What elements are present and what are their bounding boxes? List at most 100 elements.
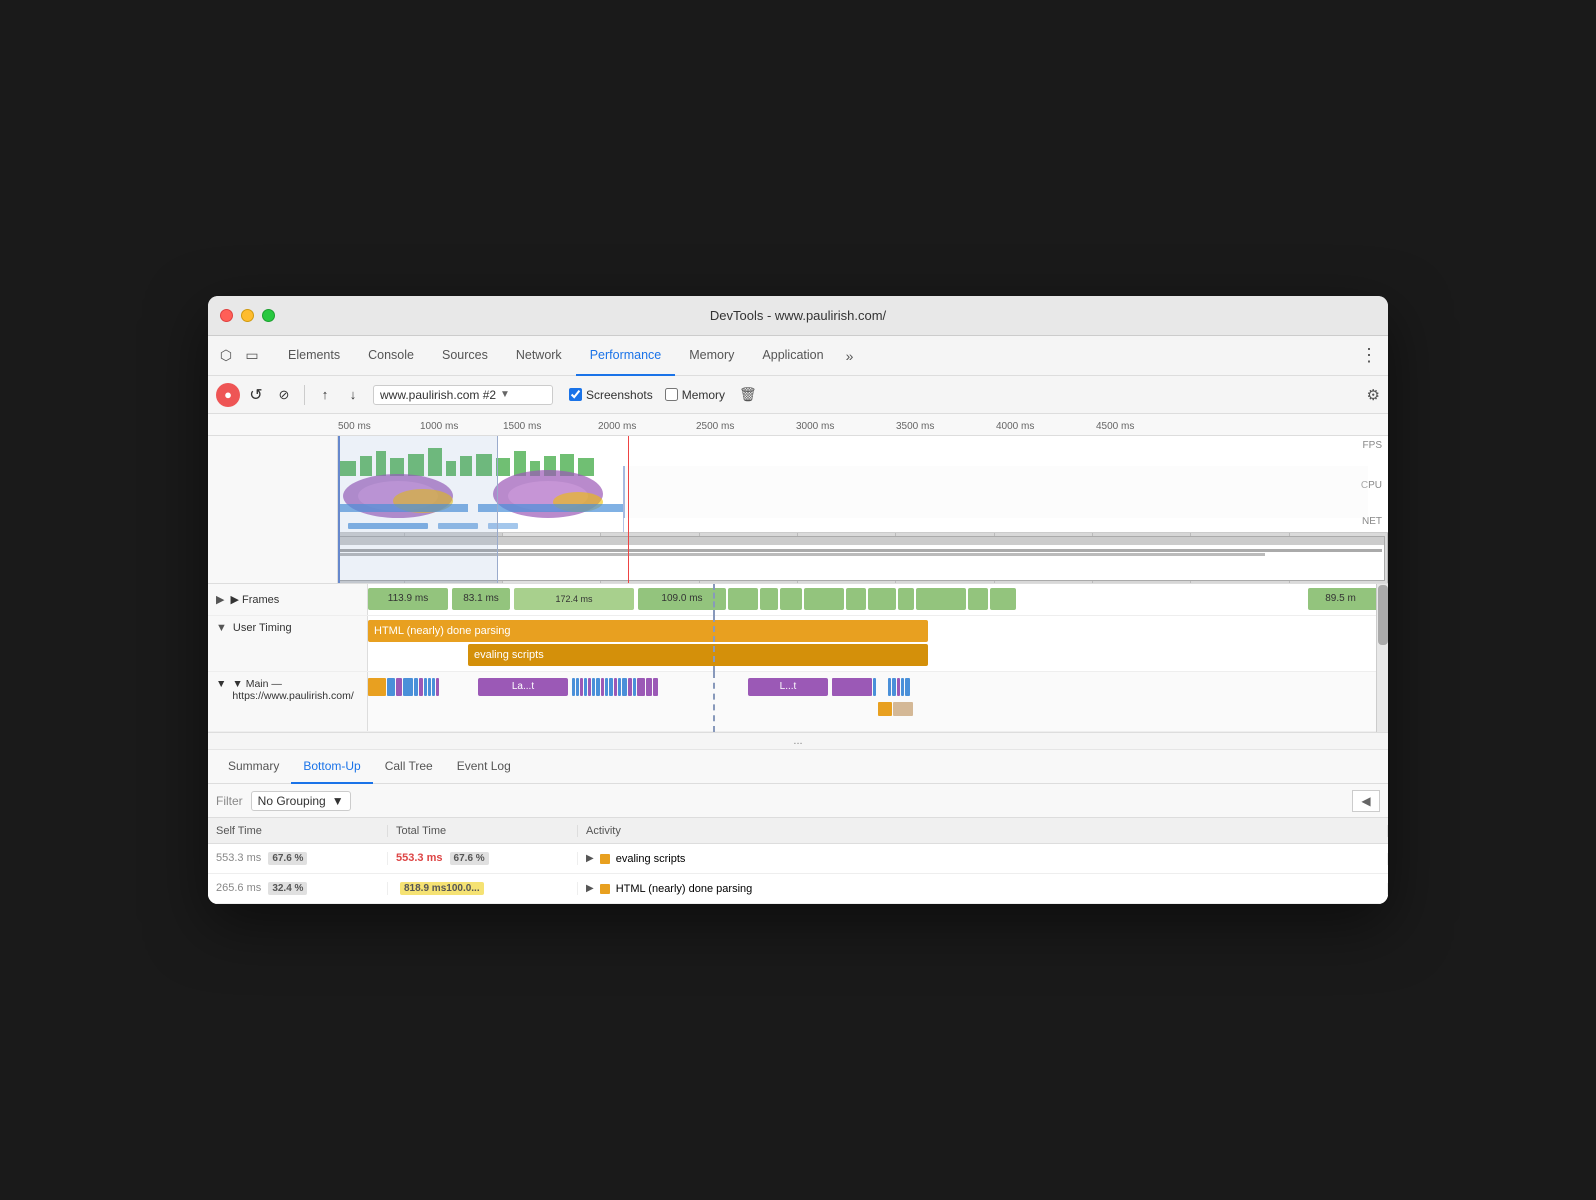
filter-bar: Filter No Grouping ▼ ◀ (208, 784, 1388, 818)
tab-call-tree[interactable]: Call Tree (373, 750, 445, 784)
th-activity: Activity (578, 825, 1388, 837)
tab-network[interactable]: Network (502, 336, 576, 376)
tab-memory[interactable]: Memory (675, 336, 748, 376)
memory-checkbox-input[interactable] (665, 388, 678, 401)
memory-label: Memory (682, 388, 725, 402)
html-parsing-bar: HTML (nearly) done parsing (368, 620, 928, 642)
activity-label-0: evaling scripts (616, 853, 686, 865)
frames-expand-icon[interactable]: ▶ (216, 593, 224, 606)
main-block-laut: La...t (478, 678, 568, 696)
upload-button[interactable]: ↑ (313, 383, 337, 407)
frame-blocks-right (728, 588, 1288, 610)
devtools-menu-button[interactable]: ⋮ (1358, 345, 1380, 367)
tab-application[interactable]: Application (748, 336, 837, 376)
dock-icon[interactable]: ▭ (242, 346, 262, 366)
screenshots-checkbox[interactable]: Screenshots (569, 388, 653, 402)
main-row: ▼ ▼ Main — https://www.paulirish.com/ (208, 672, 1388, 732)
frame-block-1: 83.1 ms (452, 588, 510, 610)
main-expand-icon[interactable]: ▼ (216, 678, 226, 690)
tab-bottom-up[interactable]: Bottom-Up (291, 750, 372, 784)
filter-label: Filter (216, 794, 243, 808)
timeline-cursor (628, 436, 629, 584)
expand-arrow-1[interactable]: ▶ (586, 883, 594, 894)
timeline-overview[interactable]: 500 ms 1000 ms 1500 ms 2000 ms 2500 ms 3… (208, 414, 1388, 584)
screenshots-checkbox-input[interactable] (569, 388, 582, 401)
table-row-1[interactable]: 265.6 ms 32.4 % 818.9 ms100.0... ▶ HTML … (208, 874, 1388, 904)
maximize-button[interactable] (262, 309, 275, 322)
main-label[interactable]: ▼ ▼ Main — https://www.paulirish.com/ (208, 672, 368, 731)
clear-button[interactable]: ⊘ (272, 383, 296, 407)
user-timing-label[interactable]: ▼ User Timing (208, 616, 368, 671)
main-track: La...t (368, 672, 1388, 732)
frames-row: ▶ ▶ Frames 113.9 ms 83.1 ms 172.4 ms 109… (208, 584, 1388, 616)
record-button[interactable]: ● (216, 383, 240, 407)
frame-block-2: 172.4 ms (514, 588, 634, 610)
grouping-value: No Grouping (258, 794, 326, 808)
main-blocks-right (832, 678, 876, 696)
trash-icon[interactable]: 🗑 (739, 386, 757, 403)
main-blocks-bottom (878, 702, 913, 716)
timeline-left-panel (208, 436, 338, 584)
frame-block-end (1356, 588, 1378, 610)
grouping-select[interactable]: No Grouping ▼ (251, 791, 351, 811)
ruler-tick-6: 3500 ms (896, 421, 934, 432)
url-select-arrow-icon: ▼ (500, 389, 510, 400)
collapse-button[interactable]: ◀ (1352, 790, 1380, 812)
main-block-lt: L...t (748, 678, 828, 696)
minimize-button[interactable] (241, 309, 254, 322)
gear-icon[interactable]: ⚙ (1367, 386, 1380, 404)
flame-ellipsis: ... (208, 733, 1388, 750)
timeline-tracks: FPS CPU NET (208, 436, 1388, 584)
activity-color-0 (600, 854, 610, 864)
tabs-more-button[interactable]: » (838, 348, 862, 364)
evaling-scripts-bar: evaling scripts (468, 644, 928, 666)
main-blocks-far-right (888, 678, 910, 696)
selected-region[interactable] (338, 436, 498, 584)
main-blocks-row1 (368, 678, 439, 696)
ruler-tick-0: 500 ms (338, 421, 371, 432)
frames-label[interactable]: ▶ ▶ Frames (208, 584, 368, 615)
ruler-tick-1: 1000 ms (420, 421, 458, 432)
close-button[interactable] (220, 309, 233, 322)
tab-elements[interactable]: Elements (274, 336, 354, 376)
tabbar-icons: ⬡ ▭ (216, 346, 262, 366)
user-timing-track: HTML (nearly) done parsing evaling scrip… (368, 616, 1388, 672)
toolbar-checkboxes: Screenshots Memory 🗑 (569, 386, 757, 403)
toolbar-separator-1 (304, 385, 305, 405)
frames-track: 113.9 ms 83.1 ms 172.4 ms 109.0 ms 89.5 (368, 584, 1388, 616)
tabbar: ⬡ ▭ Elements Console Sources Network Per… (208, 336, 1388, 376)
main-label-text: ▼ Main — https://www.paulirish.com/ (232, 678, 359, 702)
titlebar: DevTools - www.paulirish.com/ (208, 296, 1388, 336)
td-activity-0: ▶ evaling scripts (578, 853, 1388, 865)
screenshots-label: Screenshots (586, 388, 653, 402)
memory-checkbox[interactable]: Memory (665, 388, 725, 402)
td-self-time-1: 265.6 ms 32.4 % (208, 882, 388, 895)
user-timing-row: ▼ User Timing HTML (nearly) done parsing… (208, 616, 1388, 672)
self-pct-badge-0: 67.6 % (268, 852, 307, 865)
total-pct-badge-0: 67.6 % (450, 852, 489, 865)
bottom-tabs: Summary Bottom-Up Call Tree Event Log (208, 750, 1388, 784)
download-button[interactable]: ↓ (341, 383, 365, 407)
table-row-0[interactable]: 553.3 ms 67.6 % 553.3 ms 67.6 % ▶ evalin… (208, 844, 1388, 874)
cursor-icon[interactable]: ⬡ (216, 346, 236, 366)
url-select[interactable]: www.paulirish.com #2 ▼ (373, 385, 553, 405)
tab-console[interactable]: Console (354, 336, 428, 376)
flame-scrollbar-thumb[interactable] (1378, 585, 1388, 645)
tab-summary[interactable]: Summary (216, 750, 291, 784)
dashed-line-3 (713, 672, 715, 732)
user-timing-expand-icon[interactable]: ▼ (216, 622, 227, 634)
url-select-value: www.paulirish.com #2 (380, 388, 496, 402)
activity-color-1 (600, 884, 610, 894)
th-self-time: Self Time (208, 825, 388, 837)
ruler-tick-3: 2000 ms (598, 421, 636, 432)
ruler-tick-5: 3000 ms (796, 421, 834, 432)
expand-arrow-0[interactable]: ▶ (586, 853, 594, 864)
tab-event-log[interactable]: Event Log (445, 750, 523, 784)
ruler-tick-7: 4000 ms (996, 421, 1034, 432)
reload-button[interactable]: ↺ (244, 383, 268, 407)
th-total-time: Total Time (388, 825, 578, 837)
flame-scrollbar[interactable] (1376, 584, 1388, 732)
tab-sources[interactable]: Sources (428, 336, 502, 376)
flame-area: ▶ ▶ Frames 113.9 ms 83.1 ms 172.4 ms 109… (208, 584, 1388, 733)
tab-performance[interactable]: Performance (576, 336, 676, 376)
